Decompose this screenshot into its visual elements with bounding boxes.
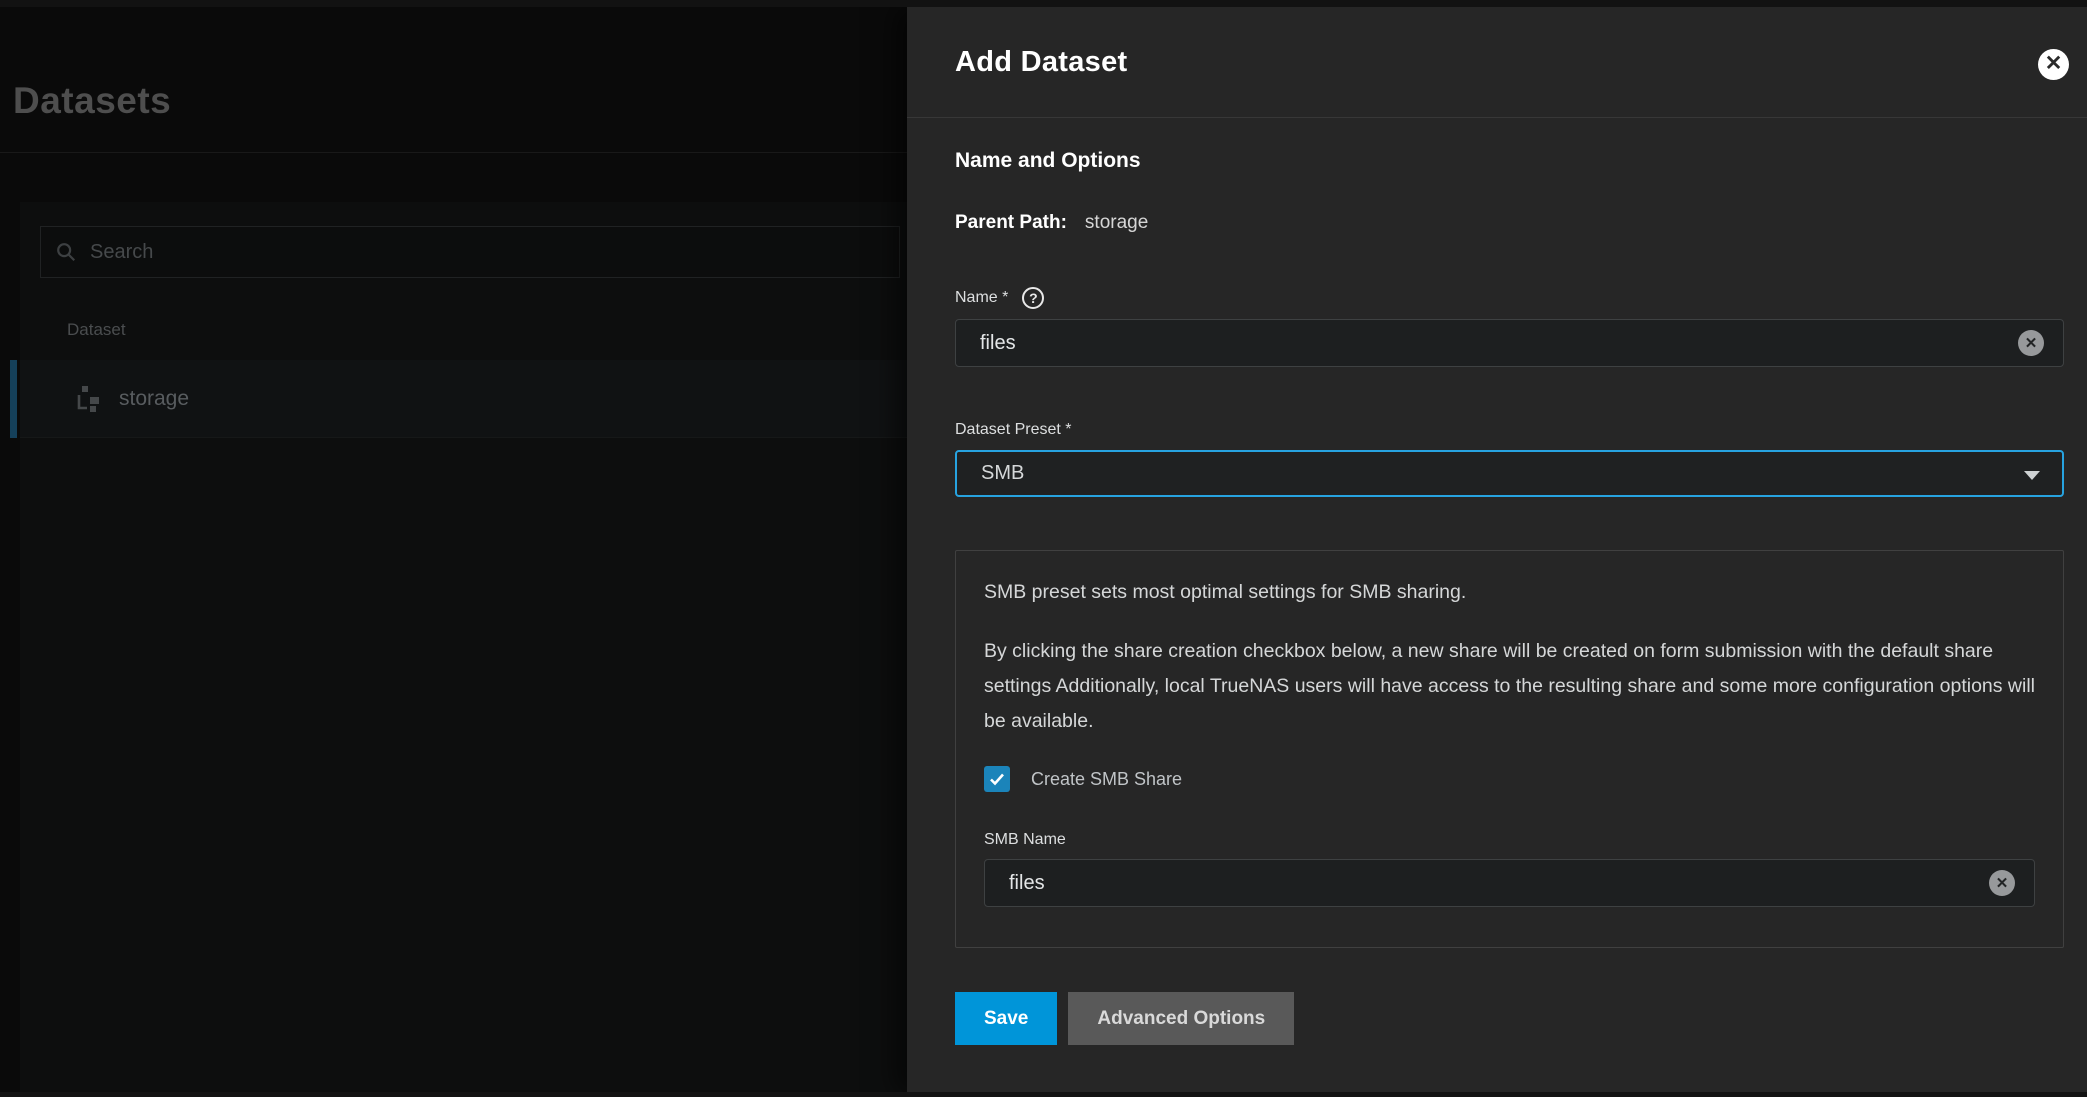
close-icon: ✕ bbox=[2045, 53, 2063, 74]
dataset-preset-select[interactable]: SMB bbox=[955, 450, 2064, 497]
smb-preset-info-line1: SMB preset sets most optimal settings fo… bbox=[984, 577, 2035, 607]
checkmark-icon bbox=[988, 770, 1006, 788]
search-input[interactable]: Search bbox=[40, 226, 900, 278]
panel-title: Add Dataset bbox=[955, 46, 1128, 79]
selected-row-accent bbox=[10, 360, 17, 438]
preset-field-label-row: Dataset Preset * bbox=[955, 421, 2064, 439]
name-field-label: Name * bbox=[955, 289, 1008, 307]
chevron-down-icon bbox=[2024, 471, 2040, 480]
smb-name-label: SMB Name bbox=[984, 831, 1066, 849]
save-button[interactable]: Save bbox=[955, 992, 1057, 1045]
table-row-storage[interactable]: storage bbox=[20, 360, 907, 438]
search-icon bbox=[55, 241, 77, 263]
dataset-row-label: storage bbox=[119, 387, 189, 411]
top-edge-strip bbox=[0, 0, 2087, 7]
name-input-wrap: ✕ bbox=[955, 319, 2064, 367]
table-column-header-dataset: Dataset bbox=[67, 320, 126, 340]
smb-name-input-wrap: ✕ bbox=[984, 859, 2035, 907]
create-smb-share-checkbox[interactable] bbox=[984, 766, 1010, 792]
search-placeholder: Search bbox=[90, 241, 153, 264]
datasets-page-background: Datasets Search Dataset storage bbox=[0, 0, 907, 1097]
smb-name-clear-icon[interactable]: ✕ bbox=[1989, 870, 2015, 896]
dataset-tree-icon bbox=[75, 384, 105, 414]
form-buttons-row: Save Advanced Options bbox=[955, 992, 2064, 1045]
smb-preset-info-paragraph: By clicking the share creation checkbox … bbox=[984, 634, 2035, 739]
section-title: Name and Options bbox=[955, 149, 2064, 173]
smb-preset-info-box: SMB preset sets most optimal settings fo… bbox=[955, 550, 2064, 948]
panel-header: Add Dataset ✕ bbox=[907, 7, 2087, 118]
parent-path-value: storage bbox=[1085, 212, 1148, 234]
page-divider bbox=[0, 152, 907, 153]
add-dataset-panel: Add Dataset ✕ Name and Options Parent Pa… bbox=[907, 7, 2087, 1092]
parent-path-row: Parent Path: storage bbox=[955, 212, 2064, 234]
page-title: Datasets bbox=[13, 80, 171, 122]
name-clear-icon[interactable]: ✕ bbox=[2018, 330, 2044, 356]
close-button[interactable]: ✕ bbox=[2038, 49, 2069, 80]
screen: Datasets Search Dataset storage bbox=[0, 0, 2087, 1097]
smb-name-input[interactable] bbox=[984, 859, 2035, 907]
parent-path-label: Parent Path: bbox=[955, 212, 1067, 234]
name-input[interactable] bbox=[955, 319, 2064, 367]
dataset-preset-value: SMB bbox=[981, 462, 1024, 485]
create-smb-share-label: Create SMB Share bbox=[1031, 769, 1182, 790]
name-field-label-row: Name * ? bbox=[955, 287, 2064, 309]
panel-body: Name and Options Parent Path: storage Na… bbox=[907, 149, 2087, 1045]
datasets-card: Search Dataset storage bbox=[20, 202, 907, 1092]
bottom-edge-strip bbox=[0, 1092, 2087, 1097]
preset-field-label: Dataset Preset * bbox=[955, 421, 1072, 439]
help-icon[interactable]: ? bbox=[1022, 287, 1044, 309]
smb-name-label-row: SMB Name bbox=[984, 831, 2035, 849]
advanced-options-button[interactable]: Advanced Options bbox=[1068, 992, 1294, 1045]
create-smb-share-row: Create SMB Share bbox=[984, 766, 2035, 792]
